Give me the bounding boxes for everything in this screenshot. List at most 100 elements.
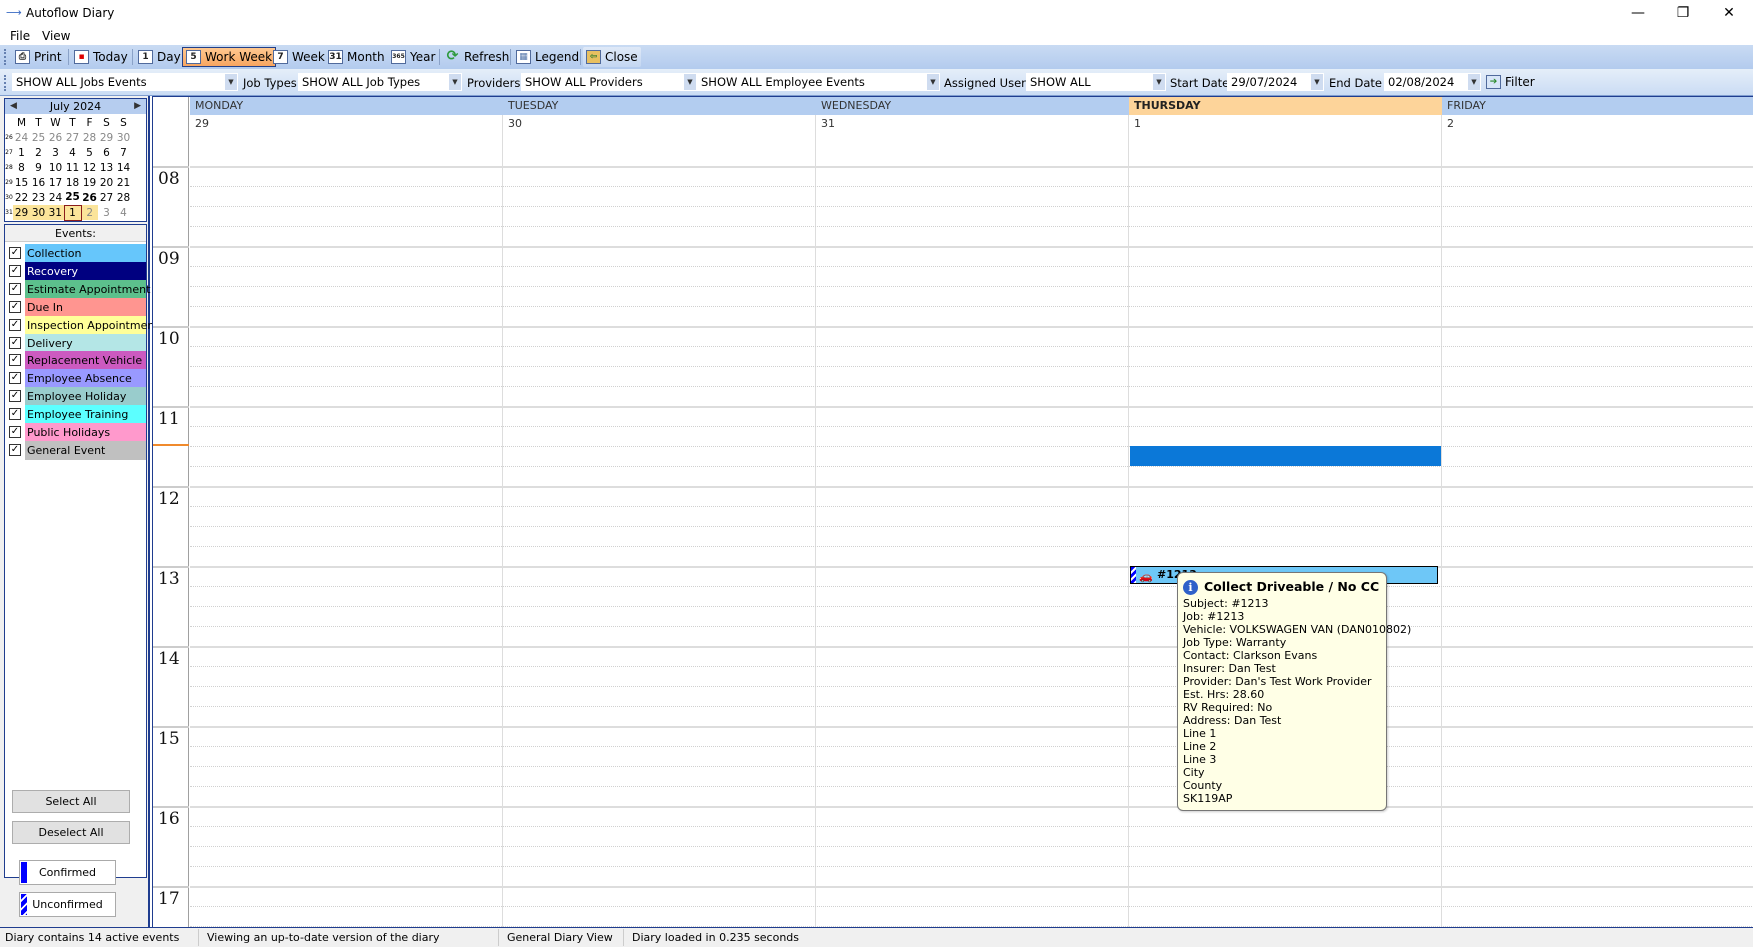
end-date-picker[interactable]: 02/08/2024 ▼ xyxy=(1384,73,1481,91)
calendar-day[interactable]: 25 xyxy=(64,190,81,205)
print-button[interactable]: ⎙ Print xyxy=(12,47,65,67)
calendar-day[interactable]: 1 xyxy=(63,204,82,221)
work-week-button[interactable]: 5 Work Week xyxy=(182,47,277,67)
calendar-day[interactable]: 7 xyxy=(115,145,132,160)
checkbox[interactable]: ✓ xyxy=(9,390,21,403)
selected-time-slot[interactable] xyxy=(1130,446,1441,466)
assigned-user-select[interactable]: SHOW ALL ▼ xyxy=(1026,73,1166,91)
filter-button[interactable]: ➔ Filter xyxy=(1483,72,1538,92)
calendar-day[interactable]: 4 xyxy=(64,145,81,160)
calendar-day[interactable]: 26 xyxy=(81,190,98,205)
day-header[interactable]: WEDNESDAY xyxy=(816,97,1129,115)
event-filter-collection[interactable]: ✓ Collection xyxy=(7,244,146,263)
calendar-day[interactable]: 10 xyxy=(47,160,64,175)
calendar-day[interactable]: 29 xyxy=(13,205,30,220)
employee-events-select[interactable]: SHOW ALL Employee Events ▼ xyxy=(697,73,940,91)
day-header[interactable]: FRIDAY xyxy=(1442,97,1753,115)
restore-button[interactable]: ❐ xyxy=(1660,0,1706,28)
day-column[interactable] xyxy=(816,97,1129,927)
refresh-button[interactable]: ⟳ Refresh xyxy=(442,47,512,67)
checkbox[interactable]: ✓ xyxy=(9,408,21,421)
calendar-day[interactable]: 5 xyxy=(81,145,98,160)
calendar-day[interactable]: 9 xyxy=(30,160,47,175)
calendar-day[interactable]: 6 xyxy=(98,145,115,160)
day-date[interactable]: 1 xyxy=(1129,115,1442,165)
jobs-events-select[interactable]: SHOW ALL Jobs Events ▼ xyxy=(12,73,238,91)
event-filter-employee-training[interactable]: ✓ Employee Training xyxy=(7,405,146,425)
calendar-day[interactable]: 3 xyxy=(47,145,64,160)
week-button[interactable]: 7 Week xyxy=(270,47,328,67)
close-button[interactable]: ⇦ Close xyxy=(583,47,641,67)
checkbox[interactable]: ✓ xyxy=(9,247,21,259)
checkbox[interactable]: ✓ xyxy=(9,443,21,456)
calendar-day[interactable]: 19 xyxy=(81,175,98,190)
calendar-day[interactable]: 15 xyxy=(13,175,30,190)
event-filter-inspection-appointment[interactable]: ✓ Inspection Appointment xyxy=(7,315,159,335)
calendar-day[interactable]: 28 xyxy=(115,190,132,205)
calendar-day[interactable]: 17 xyxy=(47,175,64,190)
event-filter-employee-holiday[interactable]: ✓ Employee Holiday xyxy=(7,387,146,407)
checkbox[interactable]: ✓ xyxy=(9,372,21,385)
menu-file[interactable]: File xyxy=(10,29,30,43)
select-all-button[interactable]: Select All xyxy=(12,790,130,813)
checkbox[interactable]: ✓ xyxy=(9,426,21,438)
prev-month-icon[interactable]: ◀ xyxy=(10,99,17,114)
calendar-day[interactable]: 31 xyxy=(47,205,64,220)
calendar-day[interactable]: 21 xyxy=(115,175,132,190)
checkbox[interactable]: ✓ xyxy=(9,354,21,367)
minimize-button[interactable]: — xyxy=(1615,0,1661,28)
event-filter-delivery[interactable]: ✓ Delivery xyxy=(7,333,146,353)
deselect-all-button[interactable]: Deselect All xyxy=(12,821,130,844)
day-column[interactable] xyxy=(190,97,503,927)
event-filter-general-event[interactable]: ✓ General Event xyxy=(7,440,146,460)
calendar-day[interactable]: 27 xyxy=(64,130,81,145)
calendar-day[interactable]: 18 xyxy=(64,175,81,190)
calendar-day[interactable]: 30 xyxy=(30,205,47,220)
checkbox[interactable]: ✓ xyxy=(9,336,21,349)
calendar-day[interactable]: 14 xyxy=(115,160,132,175)
job-types-select[interactable]: SHOW ALL Job Types ▼ xyxy=(298,73,462,91)
calendar-day[interactable]: 4 xyxy=(115,205,132,220)
calendar-day[interactable]: 3 xyxy=(98,205,115,220)
calendar-day[interactable]: 22 xyxy=(13,190,30,205)
checkbox[interactable]: ✓ xyxy=(9,264,21,277)
day-date[interactable]: 30 xyxy=(503,115,816,165)
calendar-day[interactable]: 26 xyxy=(47,130,64,145)
calendar-day[interactable]: 11 xyxy=(64,160,81,175)
checkbox[interactable]: ✓ xyxy=(9,300,21,313)
calendar-day[interactable]: 23 xyxy=(30,190,47,205)
day-header[interactable]: MONDAY xyxy=(190,97,503,115)
calendar-day[interactable]: 24 xyxy=(47,190,64,205)
start-date-picker[interactable]: 29/07/2024 ▼ xyxy=(1227,73,1324,91)
calendar-day[interactable]: 2 xyxy=(81,205,98,220)
year-button[interactable]: 365 Year xyxy=(388,47,438,67)
day-column[interactable] xyxy=(503,97,816,927)
event-filter-due-in[interactable]: ✓ Due In xyxy=(7,297,146,317)
calendar-day[interactable]: 28 xyxy=(81,130,98,145)
event-filter-estimate-appointment[interactable]: ✓ Estimate Appointment xyxy=(7,279,150,299)
calendar-day[interactable]: 1 xyxy=(13,145,30,160)
filterbar-grip[interactable] xyxy=(4,75,7,91)
day-date[interactable]: 31 xyxy=(816,115,1129,165)
event-filter-employee-absence[interactable]: ✓ Employee Absence xyxy=(7,369,146,389)
calendar-day[interactable]: 24 xyxy=(13,130,30,145)
calendar-day[interactable]: 27 xyxy=(98,190,115,205)
calendar-day[interactable]: 20 xyxy=(98,175,115,190)
calendar-day[interactable]: 13 xyxy=(98,160,115,175)
calendar-day[interactable]: 2 xyxy=(30,145,47,160)
today-button[interactable]: ▪ Today xyxy=(71,47,131,67)
event-filter-public-holidays[interactable]: ✓ Public Holidays xyxy=(7,423,146,442)
day-button[interactable]: 1 Day xyxy=(135,47,184,67)
providers-select[interactable]: SHOW ALL Providers ▼ xyxy=(521,73,697,91)
calendar-day[interactable]: 25 xyxy=(30,130,47,145)
day-date[interactable]: 2 xyxy=(1442,115,1753,165)
diary-grid[interactable]: MONDAY 29 TUESDAY 30 WEDNESDAY 31 THURSDAY 1 FRI… xyxy=(152,96,1753,927)
day-date[interactable]: 29 xyxy=(190,115,503,165)
event-filter-replacement-vehicle[interactable]: ✓ Replacement Vehicle xyxy=(7,351,146,371)
toolbar-grip[interactable] xyxy=(4,49,7,65)
month-button[interactable]: 31 Month xyxy=(325,47,388,67)
close-window-button[interactable]: ✕ xyxy=(1706,0,1752,28)
legend-button[interactable]: ▦ Legend xyxy=(513,47,582,67)
day-column[interactable] xyxy=(1442,97,1753,927)
checkbox[interactable]: ✓ xyxy=(9,318,21,331)
